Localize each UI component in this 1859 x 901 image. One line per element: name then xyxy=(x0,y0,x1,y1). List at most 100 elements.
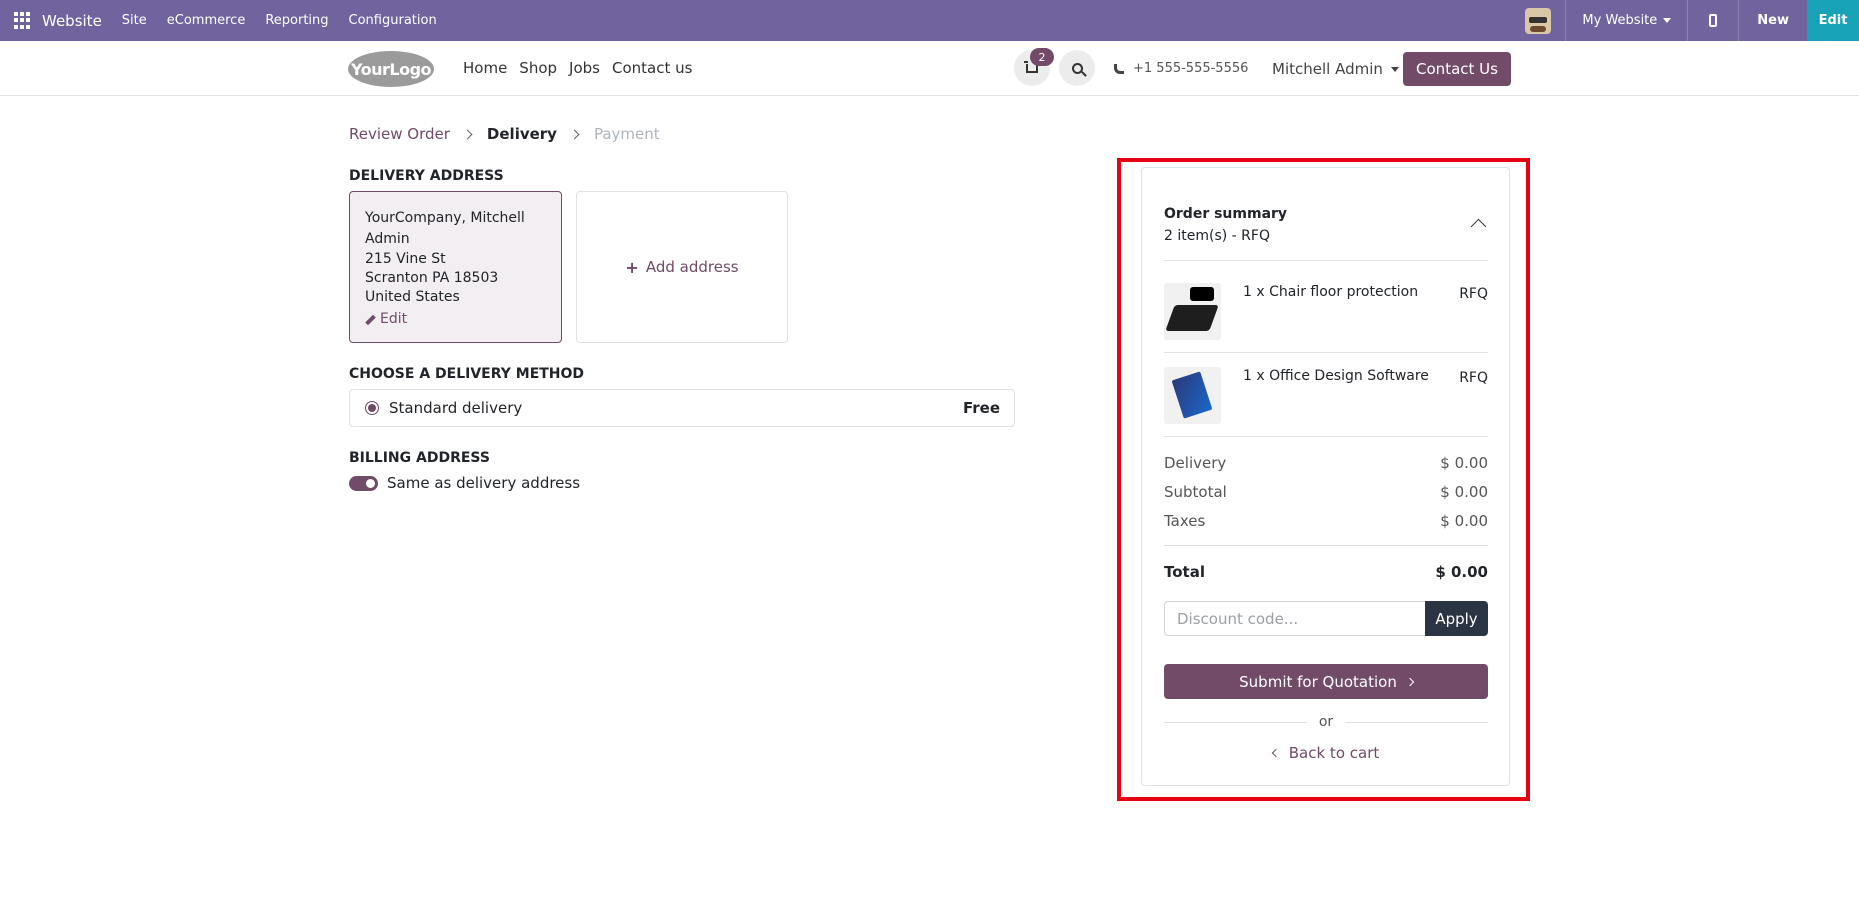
edit-address-label: Edit xyxy=(380,311,408,327)
chevron-right-icon xyxy=(462,129,473,139)
breadcrumb-delivery: Delivery xyxy=(486,125,557,143)
site-logo[interactable]: YourLogo xyxy=(348,51,434,87)
delivery-total-label: Delivery xyxy=(1164,454,1227,472)
same-as-delivery-toggle[interactable] xyxy=(349,475,378,491)
summary-item-name[interactable]: 1 x Chair floor protection xyxy=(1243,284,1418,300)
search-button[interactable] xyxy=(1059,50,1095,86)
user-name: Mitchell Admin xyxy=(1272,60,1383,78)
address-country: United States xyxy=(365,289,460,305)
caret-down-icon xyxy=(1663,18,1672,23)
delivery-total-row: Delivery $ 0.00 xyxy=(1164,454,1488,472)
back-to-cart-label: Back to cart xyxy=(1288,744,1380,762)
mobile-preview-button[interactable] xyxy=(1688,14,1738,27)
delivery-option-standard[interactable]: Standard delivery Free xyxy=(349,389,1015,427)
summary-item-office-design-software: 1 x Office Design Software RFQ xyxy=(1164,367,1488,427)
delivery-address-title: DELIVERY ADDRESS xyxy=(349,168,504,184)
main-nav: Home Shop Jobs Contact us xyxy=(463,59,692,77)
phone-icon xyxy=(1114,63,1124,74)
chevron-right-icon xyxy=(1405,677,1415,686)
software-box-shape xyxy=(1171,371,1213,419)
chevron-left-icon xyxy=(1271,748,1280,758)
software-box-thumbnail[interactable] xyxy=(1164,367,1221,424)
new-button[interactable]: New xyxy=(1739,0,1807,41)
nav-jobs[interactable]: Jobs xyxy=(569,59,600,77)
subtotal-label: Subtotal xyxy=(1164,483,1227,501)
order-summary-panel: Order summary 2 item(s) - RFQ 1 x Chair … xyxy=(1141,167,1510,786)
chair-floor-mat-thumbnail[interactable] xyxy=(1164,283,1221,340)
or-label: or xyxy=(1318,714,1334,730)
delivery-radio[interactable] xyxy=(365,401,379,415)
order-summary-subtitle: 2 item(s) - RFQ xyxy=(1164,228,1270,244)
taxes-label: Taxes xyxy=(1164,512,1206,530)
delivery-total-value: $ 0.00 xyxy=(1440,454,1488,472)
delivery-address-card[interactable]: YourCompany, Mitchell Admin 215 Vine St … xyxy=(349,191,562,343)
apps-grid-icon[interactable] xyxy=(14,11,32,30)
site-header: YourLogo Home Shop Jobs Contact us 2 +1 … xyxy=(0,41,1859,96)
subtotal-value: $ 0.00 xyxy=(1440,483,1488,501)
phone-link[interactable]: +1 555-555-5556 xyxy=(1114,61,1248,76)
billing-address-title: BILLING ADDRESS xyxy=(349,450,490,466)
discount-form: Apply xyxy=(1164,601,1488,636)
divider xyxy=(1345,721,1489,723)
address-name: YourCompany, Mitchell Admin xyxy=(365,210,525,247)
chevron-right-icon xyxy=(569,129,580,139)
nav-shop[interactable]: Shop xyxy=(519,59,557,77)
website-switcher[interactable]: My Website xyxy=(1566,13,1687,28)
nav-home[interactable]: Home xyxy=(463,59,507,77)
address-street: 215 Vine St xyxy=(365,251,446,267)
total-value: $ 0.00 xyxy=(1435,563,1488,581)
discount-code-input[interactable] xyxy=(1164,601,1425,636)
mobile-icon xyxy=(1709,14,1718,27)
admin-menu-configuration[interactable]: Configuration xyxy=(339,13,447,28)
divider xyxy=(1164,352,1488,353)
user-menu[interactable]: Mitchell Admin xyxy=(1272,60,1399,78)
admin-bar-right: My Website New Edit xyxy=(1525,0,1859,41)
address-city: Scranton PA 18503 xyxy=(365,270,499,286)
add-address-button[interactable]: + Add address xyxy=(576,191,788,343)
apply-discount-button[interactable]: Apply xyxy=(1425,601,1488,636)
total-row: Total $ 0.00 xyxy=(1164,563,1488,581)
search-icon xyxy=(1071,62,1083,74)
admin-menu-reporting[interactable]: Reporting xyxy=(255,13,338,28)
edit-address-link[interactable]: Edit xyxy=(365,310,547,329)
back-to-cart-link[interactable]: Back to cart xyxy=(1164,744,1488,762)
app-brand[interactable]: Website xyxy=(42,12,102,30)
or-separator: or xyxy=(1164,712,1489,732)
same-as-delivery-row: Same as delivery address xyxy=(349,474,580,492)
delivery-option-price: Free xyxy=(962,399,1000,417)
divider xyxy=(1164,545,1488,546)
breadcrumb-review-order[interactable]: Review Order xyxy=(349,125,450,143)
order-summary-title: Order summary xyxy=(1164,206,1288,222)
admin-menu-site[interactable]: Site xyxy=(112,13,157,28)
mat-shape xyxy=(1165,305,1219,331)
pencil-icon xyxy=(365,314,376,325)
phone-number: +1 555-555-5556 xyxy=(1133,61,1249,76)
subtotal-row: Subtotal $ 0.00 xyxy=(1164,483,1488,501)
same-as-delivery-label[interactable]: Same as delivery address xyxy=(387,474,580,492)
website-switcher-label: My Website xyxy=(1582,13,1658,28)
summary-item-chair-floor-protection: 1 x Chair floor protection RFQ xyxy=(1164,283,1488,343)
admin-menu-ecommerce[interactable]: eCommerce xyxy=(157,13,256,28)
user-avatar[interactable] xyxy=(1525,7,1552,34)
contact-us-button[interactable]: Contact Us xyxy=(1403,52,1511,86)
taxes-value: $ 0.00 xyxy=(1440,512,1488,530)
divider xyxy=(1164,436,1488,437)
add-address-label: Add address xyxy=(645,258,739,276)
summary-item-name[interactable]: 1 x Office Design Software xyxy=(1243,368,1429,384)
admin-bar: Website Site eCommerce Reporting Configu… xyxy=(0,0,1859,41)
edit-button[interactable]: Edit xyxy=(1807,0,1859,41)
checkout-breadcrumb: Review Order Delivery Payment xyxy=(349,125,660,143)
submit-for-quotation-button[interactable]: Submit for Quotation xyxy=(1164,664,1488,699)
total-label: Total xyxy=(1164,563,1205,581)
breadcrumb-payment: Payment xyxy=(593,125,660,143)
order-summary-header[interactable]: Order summary 2 item(s) - RFQ xyxy=(1164,206,1488,244)
nav-contact-us[interactable]: Contact us xyxy=(612,59,692,77)
submit-label: Submit for Quotation xyxy=(1239,672,1397,691)
summary-item-price: RFQ xyxy=(1459,370,1488,386)
delivery-method-title: CHOOSE A DELIVERY METHOD xyxy=(349,366,585,382)
taxes-row: Taxes $ 0.00 xyxy=(1164,512,1488,530)
delivery-option-label: Standard delivery xyxy=(389,399,523,417)
summary-item-price: RFQ xyxy=(1459,286,1488,302)
cart-count-badge: 2 xyxy=(1030,48,1054,66)
plus-icon: + xyxy=(625,257,639,277)
